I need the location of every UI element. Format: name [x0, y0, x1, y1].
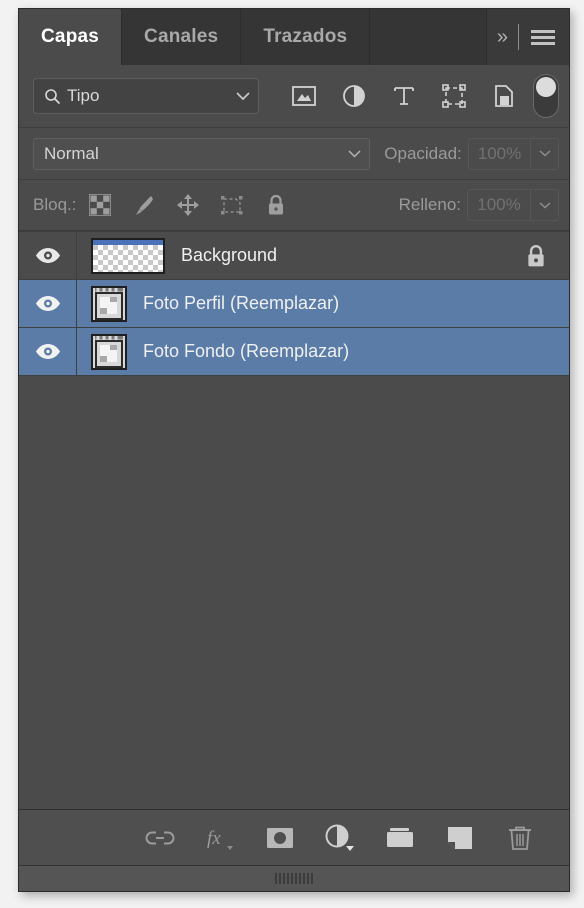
layer-filter-row: Tipo — [19, 65, 569, 127]
table-row[interactable]: Background — [19, 232, 569, 280]
layer-thumbnail[interactable] — [91, 333, 127, 370]
grip-lines-icon — [275, 873, 313, 884]
brush-icon[interactable] — [132, 193, 156, 217]
folder-icon[interactable] — [385, 823, 415, 853]
search-icon — [44, 88, 61, 105]
chevron-down-icon — [236, 91, 250, 101]
adjustment-circle-icon[interactable] — [325, 823, 355, 853]
tab-trazados-label: Trazados — [263, 26, 348, 47]
opacity-stepper-chevron-down-icon[interactable] — [530, 138, 558, 169]
layers-panel-toolbar: fx — [19, 809, 569, 865]
fx-icon[interactable]: fx — [205, 823, 235, 853]
layer-name[interactable]: Background — [181, 245, 277, 266]
layer-visibility-toggle[interactable] — [19, 328, 77, 375]
fill-value[interactable]: 100% — [468, 190, 530, 220]
tab-trazados[interactable]: Trazados — [241, 9, 371, 65]
smart-object-placeholder-icon — [93, 287, 125, 320]
panel-tab-bar: Capas Canales Trazados » — [19, 9, 569, 65]
fill-label: Relleno: — [398, 195, 461, 214]
layer-visibility-toggle[interactable] — [19, 280, 77, 327]
tab-canales-label: Canales — [144, 26, 219, 47]
filter-type-dropdown[interactable]: Tipo — [33, 78, 259, 114]
table-row[interactable]: Foto Perfil (Reemplazar) — [19, 280, 569, 328]
layer-name[interactable]: Foto Perfil (Reemplazar) — [143, 293, 339, 314]
smart-object-placeholder-icon — [93, 335, 125, 368]
fill-field[interactable]: 100% — [467, 189, 559, 221]
blend-mode-row: Normal Opacidad: 100% — [19, 127, 569, 179]
checkerboard-icon[interactable] — [88, 193, 112, 217]
blend-mode-value: Normal — [44, 143, 99, 163]
artboard-icon[interactable] — [220, 193, 244, 217]
filter-enable-toggle[interactable] — [533, 74, 559, 118]
table-row[interactable]: Foto Fondo (Reemplazar) — [19, 328, 569, 376]
chevron-down-icon — [348, 149, 361, 158]
tab-capas-label: Capas — [41, 26, 100, 47]
thumbnail-blue-bar — [93, 239, 163, 245]
panel-header-controls: » — [486, 9, 569, 65]
new-layer-icon[interactable] — [445, 823, 475, 853]
layer-thumbnail[interactable] — [91, 285, 127, 322]
layer-name[interactable]: Foto Fondo (Reemplazar) — [143, 341, 349, 362]
lock-buttons — [88, 193, 288, 217]
trash-icon[interactable] — [505, 823, 535, 853]
lock-icon[interactable] — [264, 193, 288, 217]
filter-toggle-knob — [536, 77, 556, 97]
filter-adjustment-layers[interactable] — [341, 83, 367, 109]
filter-shape-layers[interactable] — [441, 83, 467, 109]
fill-control-group: Relleno: 100% — [385, 189, 559, 221]
filter-smart-object-layers[interactable] — [491, 83, 517, 109]
filter-type-value: Tipo — [67, 86, 100, 105]
header-divider — [518, 24, 519, 50]
opacity-value[interactable]: 100% — [469, 139, 530, 169]
tab-bar-filler — [370, 9, 487, 65]
filter-kind-buttons — [291, 83, 517, 109]
blend-mode-dropdown[interactable]: Normal — [33, 137, 371, 170]
lock-row: Bloq.: Relleno: 100% — [19, 179, 569, 231]
tab-canales[interactable]: Canales — [122, 9, 242, 65]
layers-panel: Capas Canales Trazados » Tipo Normal Opa… — [18, 8, 570, 892]
panel-menu-icon[interactable] — [531, 29, 555, 45]
tab-capas[interactable]: Capas — [19, 9, 123, 65]
filter-pixel-layers[interactable] — [291, 83, 317, 109]
layer-list[interactable]: Background Foto Perfil (Reemplazar) Foto… — [19, 231, 569, 809]
layer-mask-icon[interactable] — [265, 823, 295, 853]
opacity-field[interactable]: 100% — [467, 137, 559, 170]
double-chevron-right-icon[interactable]: » — [497, 26, 508, 49]
svg-text:fx: fx — [207, 828, 221, 849]
layer-thumbnail[interactable] — [91, 237, 165, 274]
fill-stepper-chevron-down-icon[interactable] — [530, 190, 558, 220]
link-icon[interactable] — [145, 823, 175, 853]
filter-type-layers[interactable] — [391, 83, 417, 109]
panel-resize-grip[interactable] — [19, 865, 569, 891]
layer-visibility-toggle[interactable] — [19, 232, 77, 279]
layer-locked-icon — [525, 244, 547, 268]
opacity-label: Opacidad: — [384, 143, 462, 163]
lock-label: Bloq.: — [33, 195, 77, 214]
move-arrows-icon[interactable] — [176, 193, 200, 217]
